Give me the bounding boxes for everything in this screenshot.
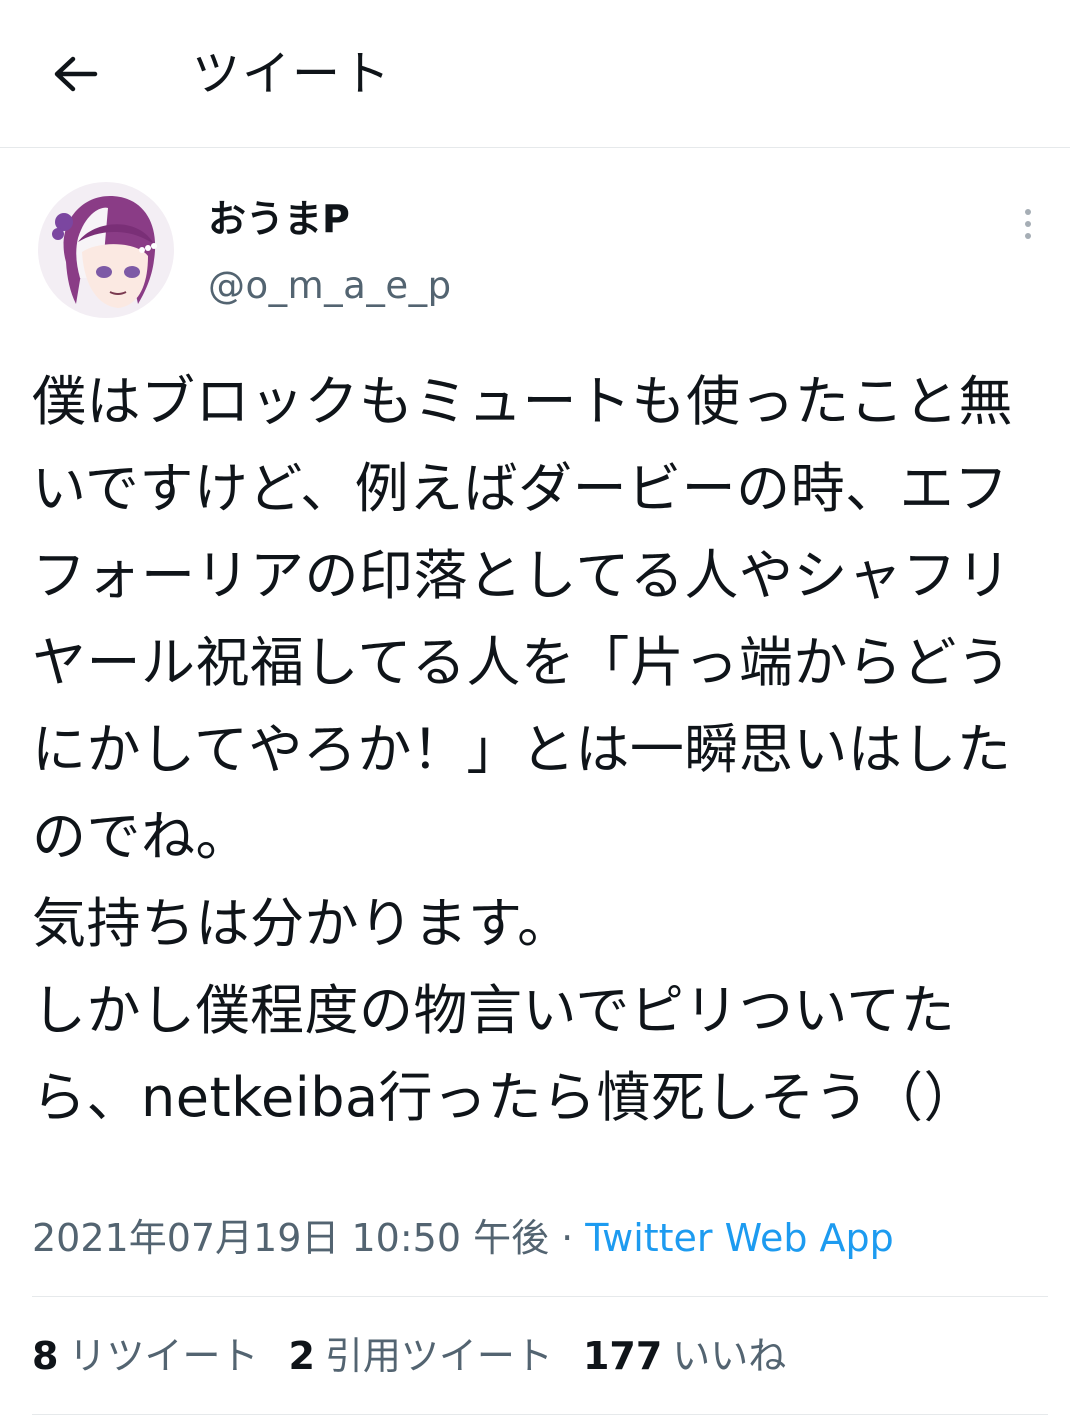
arrow-left-icon [54,56,98,92]
more-dots-icon [1025,209,1031,215]
page-title: ツイート [192,46,393,102]
tweet-text: 僕はブロックもミュートも使ったこと無いですけど、例えばダービーの時、エフフォーリ… [32,370,1013,1129]
back-button[interactable] [40,42,110,106]
retweet-count: 8 [32,1334,59,1378]
display-name[interactable]: おうまP [208,194,350,244]
tweet-source-link[interactable]: Twitter Web App [585,1216,894,1260]
divider [32,1414,1048,1415]
tweet-timestamp[interactable]: 2021年07月19日 10:50 午後 [32,1216,549,1260]
divider [32,1296,1048,1297]
like-count: 177 [582,1334,663,1378]
engagement-stats: 8 リツイート 2 引用ツイート 177 いいね [32,1328,816,1384]
quote-count: 2 [288,1334,315,1378]
tweet-metadata: 2021年07月19日 10:50 午後 · Twitter Web App [32,1210,894,1266]
more-options-button[interactable] [1006,196,1050,252]
header-bar: ツイート [0,0,1070,148]
likes-stat[interactable]: 177 いいね [583,1328,786,1384]
retweet-label: リツイート [68,1334,259,1378]
like-label: いいね [672,1334,787,1378]
avatar[interactable] [38,182,174,318]
quotes-stat[interactable]: 2 引用ツイート [288,1328,552,1384]
user-handle[interactable]: @o_m_a_e_p [208,262,452,310]
retweets-stat[interactable]: 8 リツイート [32,1328,258,1384]
meta-separator: · [561,1216,574,1260]
quote-label: 引用ツイート [324,1334,553,1378]
